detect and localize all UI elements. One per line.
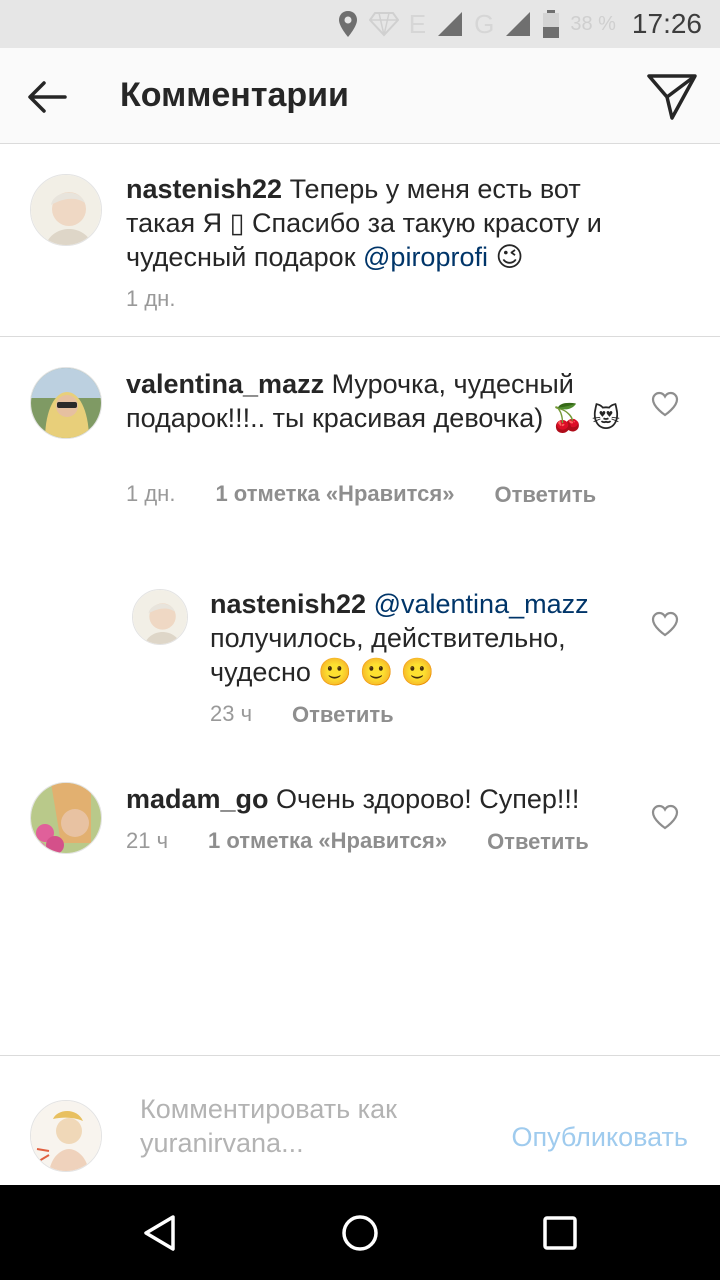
current-user-avatar	[30, 1100, 102, 1172]
signal-icon	[438, 12, 463, 36]
status-time: 17:26	[631, 8, 702, 39]
back-button[interactable]	[24, 74, 70, 120]
avatar[interactable]	[30, 367, 102, 439]
comment-body: Очень здорово! Супер!!!	[268, 784, 580, 814]
caption-comment: nastenish22 Теперь у меня есть вот такая…	[0, 144, 720, 336]
avatar-image	[133, 590, 187, 644]
avatar[interactable]	[30, 174, 102, 246]
comment-username[interactable]: nastenish22	[126, 174, 282, 204]
battery-percent: 38 %	[570, 12, 616, 35]
arrow-left-icon	[28, 81, 67, 113]
likes-count[interactable]: 1 отметка «Нравится»	[208, 828, 447, 856]
comment-composer: Комментировать как yuranirvana... Опубли…	[0, 1055, 720, 1185]
page-title: Комментарии	[120, 76, 349, 114]
heart-icon[interactable]	[651, 804, 679, 830]
comment-username[interactable]: valentina_mazz	[126, 369, 324, 399]
network-type-e: E	[408, 8, 427, 39]
comment-item: madam_go Очень здорово! Супер!!! 21 ч 1 …	[0, 762, 720, 902]
comment-text: nastenish22 Теперь у меня есть вот такая…	[126, 172, 646, 274]
comment-time: 1 дн.	[126, 481, 176, 506]
avatar-image	[31, 175, 101, 245]
comment-mention[interactable]: @valentina_mazz	[374, 589, 589, 619]
network-type-g: G	[474, 8, 495, 39]
publish-button[interactable]: Опубликовать	[511, 1122, 688, 1153]
reply-button[interactable]: Ответить	[292, 701, 394, 729]
comment-username[interactable]: madam_go	[126, 784, 269, 814]
signal-icon	[506, 12, 531, 36]
avatar-image	[31, 368, 101, 438]
heart-icon[interactable]	[651, 391, 679, 417]
comment-username[interactable]: nastenish22	[210, 589, 366, 619]
comment-item: valentina_mazz Мурочка, чудесный подарок…	[0, 337, 720, 569]
home-circle-icon[interactable]	[340, 1213, 380, 1253]
likes-count[interactable]: 1 отметка «Нравится»	[215, 481, 454, 509]
heart-icon[interactable]	[651, 611, 679, 637]
avatar[interactable]	[30, 782, 102, 854]
comment-meta: 21 ч 1 отметка «Нравится» Ответить	[126, 828, 589, 856]
comment-text: nastenish22 @valentina_mazz получилось, …	[210, 587, 610, 689]
comment-time: 23 ч	[210, 701, 253, 726]
avatar[interactable]	[132, 589, 188, 645]
battery-icon	[543, 10, 560, 38]
comment-input[interactable]: Комментировать как yuranirvana...	[140, 1092, 470, 1160]
comment-text: valentina_mazz Мурочка, чудесный подарок…	[126, 367, 626, 435]
comment-body-after: получилось, действительно, чудесно 🙂 🙂 🙂	[210, 623, 566, 687]
system-nav-bar	[0, 1185, 720, 1280]
recents-square-icon[interactable]	[540, 1213, 580, 1253]
status-bar: E G 38 % 17:26	[0, 0, 720, 48]
comment-time: 1 дн.	[126, 286, 176, 311]
reply-button[interactable]: Ответить	[494, 481, 596, 509]
avatar-image	[31, 783, 101, 853]
comment-emoji: 😉	[487, 242, 524, 272]
diamond-icon	[368, 12, 399, 37]
comment-time: 21 ч	[126, 828, 169, 853]
avatar-image	[31, 1101, 101, 1171]
location-icon	[338, 11, 357, 37]
comment-meta: 23 ч Ответить	[210, 701, 394, 729]
comment-meta: 1 дн.	[126, 286, 175, 312]
comment-meta: 1 дн. 1 отметка «Нравится» Ответить	[126, 481, 596, 509]
reply-button[interactable]: Ответить	[487, 828, 589, 856]
back-triangle-icon[interactable]	[140, 1213, 180, 1253]
comment-text: madam_go Очень здорово! Супер!!!	[126, 782, 626, 816]
reply-comment-item: nastenish22 @valentina_mazz получилось, …	[0, 569, 720, 747]
comment-body	[366, 589, 374, 619]
app-bar: Комментарии	[0, 48, 720, 144]
comment-mention[interactable]: @piroprofi	[363, 242, 488, 272]
paper-plane-icon	[647, 74, 697, 120]
status-icons: E G 38 % 17:26	[337, 0, 702, 48]
share-button[interactable]	[646, 72, 698, 122]
